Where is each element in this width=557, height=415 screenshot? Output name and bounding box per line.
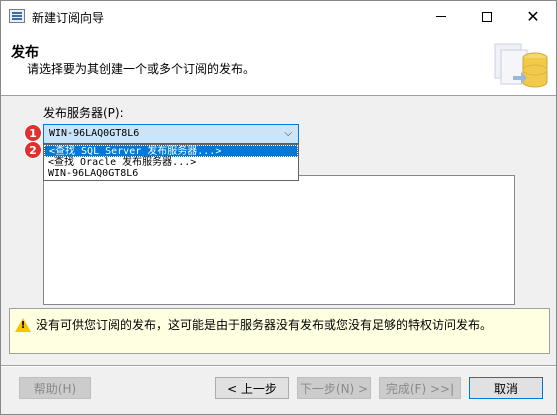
finish-button[interactable]: 完成(F) >>| (379, 377, 461, 399)
wizard-window: 新建订阅向导 ✕ 发布 请选择要为其创建一个或多个订阅的发布。 发布服务器(P)… (0, 0, 557, 415)
publisher-selected-value: WIN-96LAQ0GT8L6 (49, 128, 140, 139)
publisher-combobox[interactable]: WIN-96LAQ0GT8L6 ⌵ (43, 124, 299, 144)
option-find-oracle-publisher[interactable]: <查找 Oracle 发布服务器...> (44, 157, 298, 168)
cancel-button[interactable]: 取消 (469, 377, 543, 399)
publisher-label: 发布服务器(P): (43, 106, 124, 120)
page-subtitle: 请选择要为其创建一个或多个订阅的发布。 (27, 62, 256, 76)
publications-list[interactable] (43, 175, 515, 305)
publication-database-icon (494, 43, 548, 88)
warning-exclamation-icon: ! (20, 320, 26, 331)
step-badge-2: 2 (25, 142, 41, 158)
next-button[interactable]: 下一步(N) > (297, 377, 371, 399)
step-badge-1: 1 (25, 125, 41, 141)
chevron-down-icon[interactable]: ⌵ (284, 128, 292, 139)
wizard-header: 发布 请选择要为其创建一个或多个订阅的发布。 (1, 32, 556, 96)
page-title: 发布 (11, 45, 39, 61)
warning-message-box: ! 没有可供您订阅的发布，这可能是由于服务器没有发布或您没有足够的特权访问发布。 (9, 308, 550, 354)
help-button[interactable]: 帮助(H) (19, 377, 91, 399)
title-bar: 新建订阅向导 ✕ (1, 1, 556, 32)
minimize-icon (436, 16, 446, 17)
wizard-app-icon (9, 9, 25, 23)
close-icon: ✕ (526, 6, 540, 26)
maximize-button[interactable] (464, 1, 510, 32)
option-server-win[interactable]: WIN-96LAQ0GT8L6 (44, 168, 298, 179)
footer-separator (1, 365, 556, 367)
close-button[interactable]: ✕ (510, 1, 556, 32)
option-find-sql-server-publisher[interactable]: <查找 SQL Server 发布服务器...> (44, 145, 298, 157)
back-button[interactable]: < 上一步 (215, 377, 289, 399)
warning-text: 没有可供您订阅的发布，这可能是由于服务器没有发布或您没有足够的特权访问发布。 (36, 318, 493, 332)
publisher-dropdown-list: <查找 SQL Server 发布服务器...> <查找 Oracle 发布服务… (43, 144, 299, 181)
window-title: 新建订阅向导 (32, 11, 105, 25)
maximize-icon (482, 11, 492, 22)
minimize-button[interactable] (418, 1, 464, 32)
